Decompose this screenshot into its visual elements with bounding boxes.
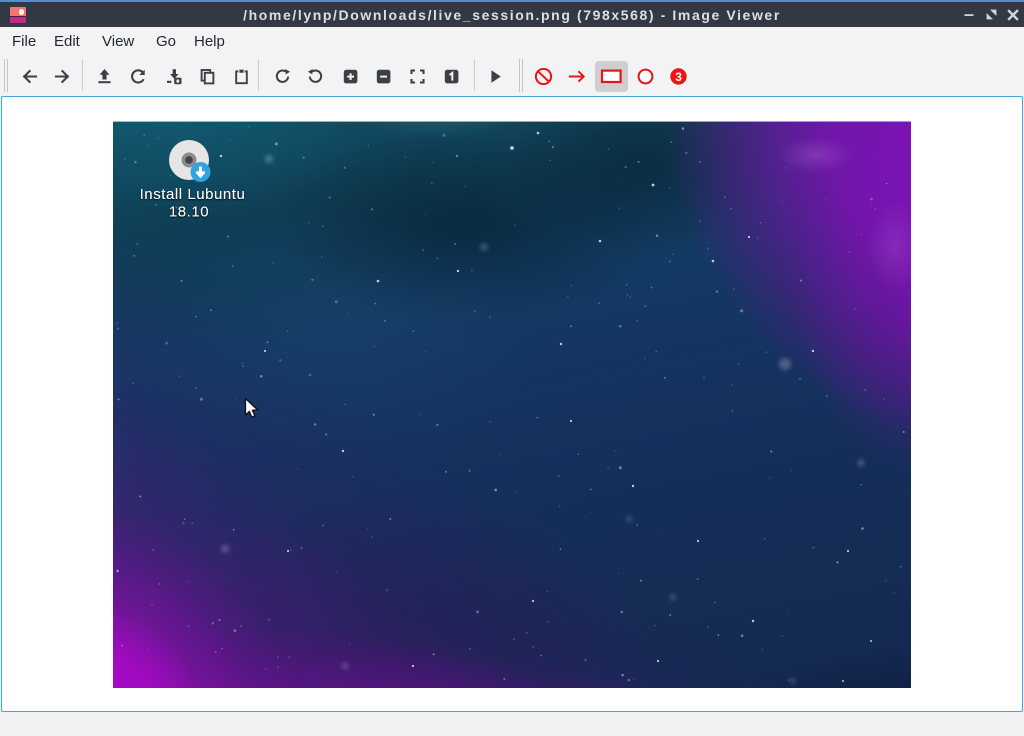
svg-text:18.10: 18.10 <box>169 204 209 221</box>
svg-text:Install Lubuntu: Install Lubuntu <box>140 186 246 203</box>
svg-text:3: 3 <box>676 69 683 83</box>
